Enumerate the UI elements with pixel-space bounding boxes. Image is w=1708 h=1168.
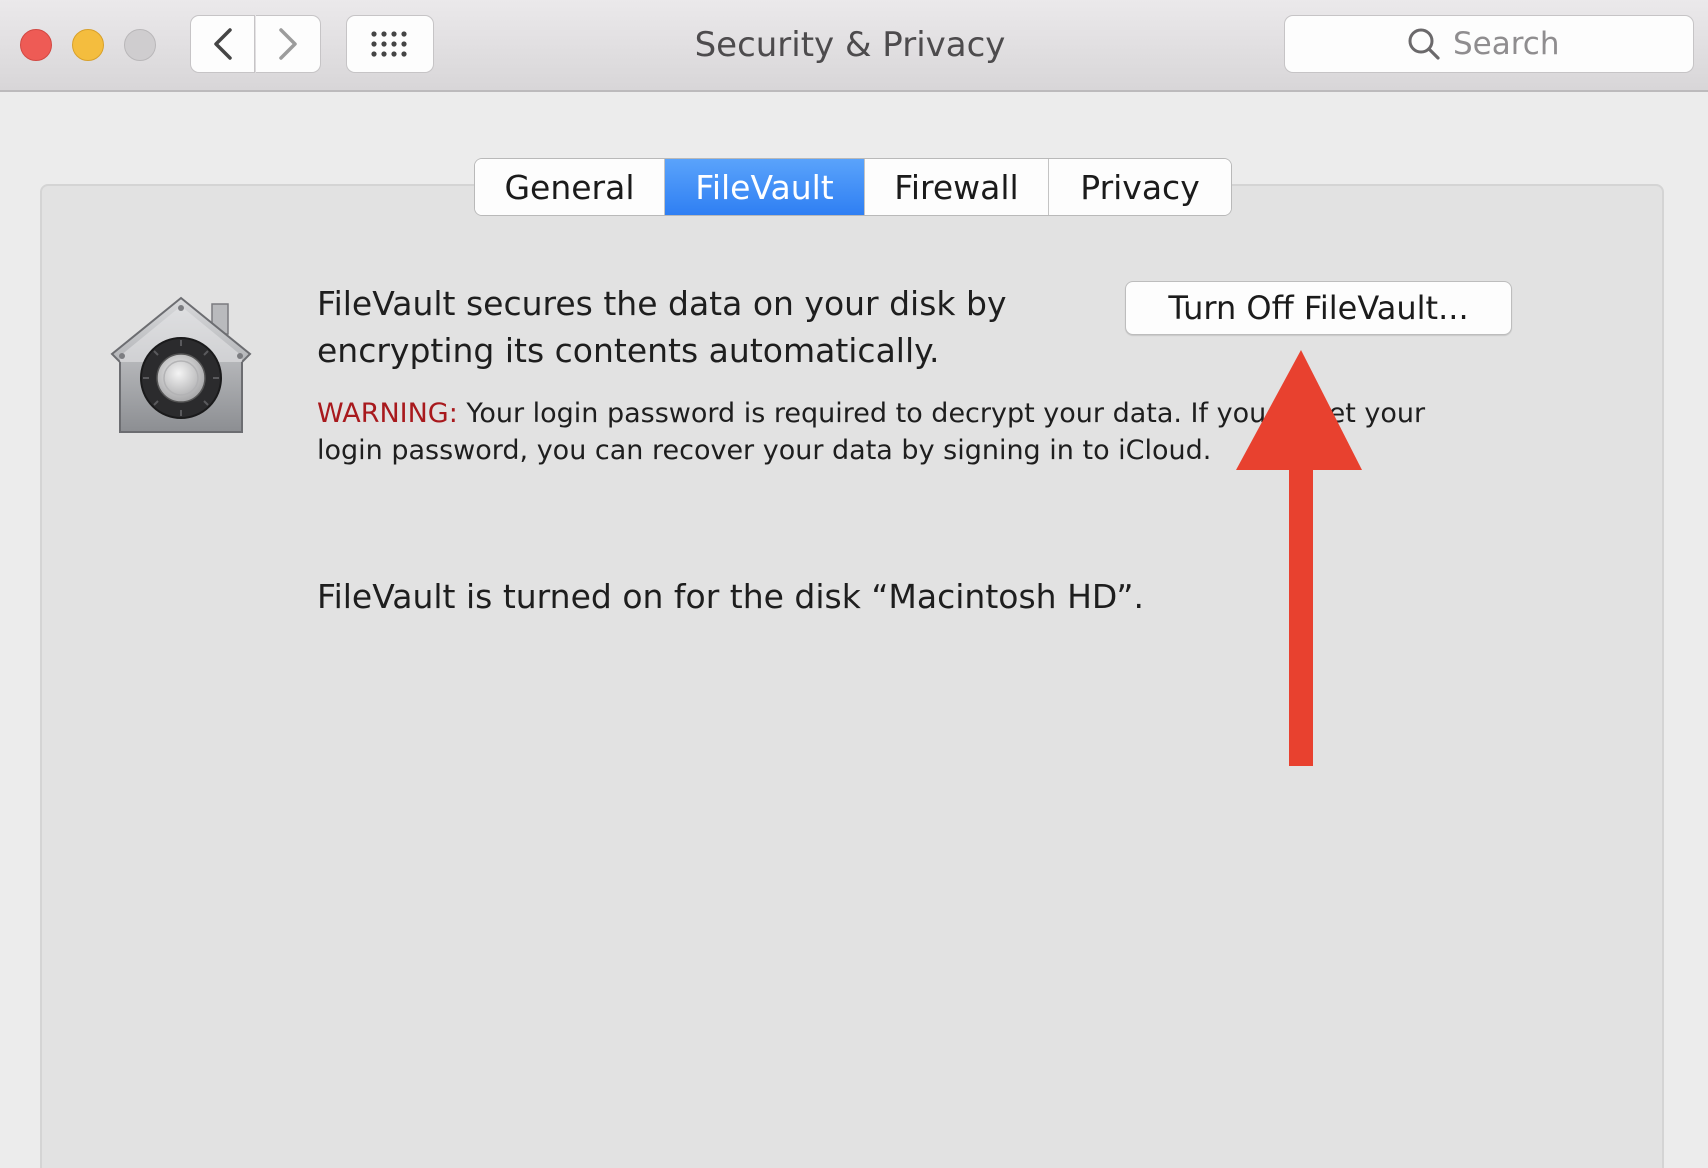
warning-label: WARNING: [317,398,458,429]
annotation-arrow-up-icon [1236,350,1362,766]
filevault-vault-icon [110,296,252,433]
filevault-status-text: FileVault is turned on for the disk “Mac… [317,577,1144,616]
forward-chevron-icon [279,28,297,60]
forward-button[interactable] [256,15,321,73]
close-window-button[interactable] [20,29,52,61]
title-bar: Security & Privacy [0,0,1708,92]
navigation-buttons [190,15,322,73]
back-chevron-icon [213,28,232,60]
description-line-1: FileVault secures the data on your disk … [317,284,1007,323]
description-line-2: encrypting its contents automatically. [317,331,940,370]
filevault-description: FileVault secures the data on your disk … [317,280,1077,374]
search-icon [1408,28,1440,60]
tab-bar: General FileVault Firewall Privacy [474,158,1232,216]
minimize-window-button[interactable] [72,29,104,61]
zoom-window-button[interactable] [124,29,156,61]
grid-icon [371,31,407,57]
search-input[interactable] [1453,26,1571,62]
tab-privacy[interactable]: Privacy [1049,159,1231,215]
show-all-preferences-button[interactable] [346,15,434,73]
back-button[interactable] [190,15,255,73]
tab-firewall[interactable]: Firewall [865,159,1049,215]
search-field[interactable] [1284,15,1694,73]
window-title: Security & Privacy [694,25,1006,65]
turn-off-filevault-button[interactable]: Turn Off FileVault... [1125,281,1512,335]
security-privacy-window: Security & Privacy General FileVault Fir… [0,0,1708,1168]
tab-general[interactable]: General [475,159,665,215]
tab-filevault[interactable]: FileVault [665,159,865,215]
